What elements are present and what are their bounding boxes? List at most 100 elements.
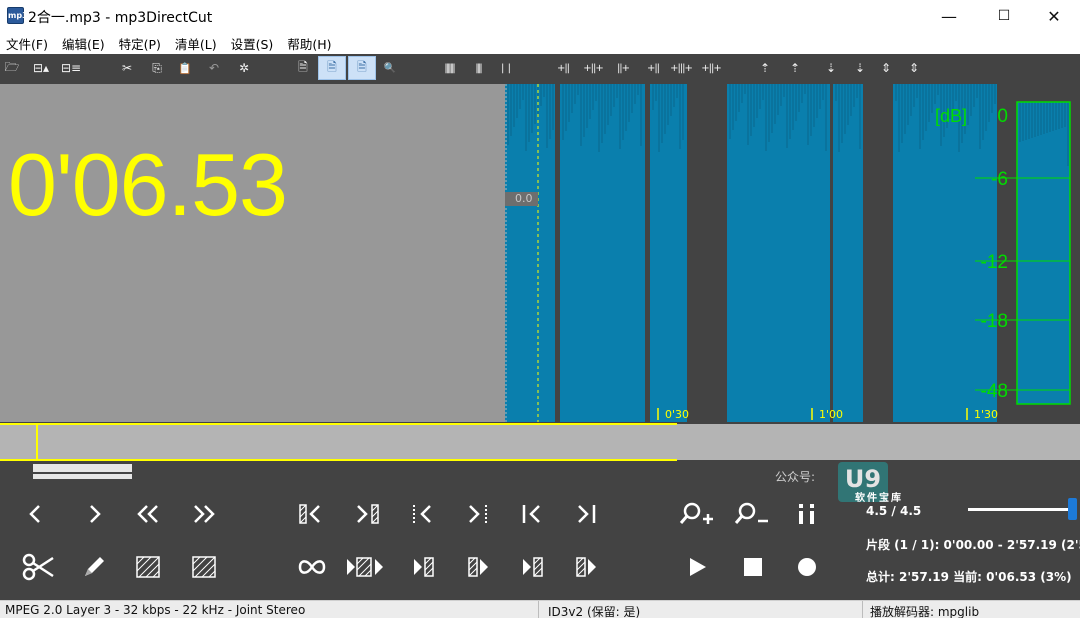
menu-bar: 文件(F) 编辑(E) 特定(P) 清单(L) 设置(S) 帮助(H): [0, 32, 1080, 54]
title-bar: mp3 2合一.mp3 - mp3DirectCut — ☐ ✕: [0, 0, 1080, 32]
waveform-panel[interactable]: 0'30 1'00 1'30 [dB] 0 -6 -12 -18 -48 0.0: [505, 84, 1080, 422]
rewind-button[interactable]: [128, 496, 168, 532]
split-both2-icon[interactable]: +||+: [699, 56, 723, 80]
menu-settings[interactable]: 设置(S): [231, 34, 274, 53]
hatched-region2-icon: [192, 556, 216, 578]
waveform[interactable]: 0'30 1'00 1'30 [dB] 0 -6 -12 -18 -48: [505, 84, 1080, 422]
play-icon: [690, 558, 706, 576]
play-to-region-icon: [414, 557, 434, 577]
fade-in-icon[interactable]: ⇡: [756, 56, 774, 80]
next-frame-button[interactable]: [74, 496, 114, 532]
volume-slider[interactable]: [968, 508, 1072, 511]
fast-forward-button[interactable]: [184, 496, 224, 532]
overview-bar[interactable]: [0, 422, 1080, 462]
maximize-button[interactable]: ☐: [981, 0, 1027, 32]
go-start-button[interactable]: [512, 496, 552, 532]
minimize-button[interactable]: —: [926, 0, 972, 32]
db-scale-label: -18: [981, 311, 1008, 332]
select-region2-button[interactable]: [184, 549, 224, 585]
fade-out2-icon[interactable]: ⇣: [851, 56, 869, 80]
fade-in2-icon[interactable]: ⇡: [786, 56, 804, 80]
document-mode2-icon[interactable]: 🗎: [348, 56, 376, 80]
current-time-display: 0'06.53: [8, 135, 288, 234]
paste-icon[interactable]: 📋: [175, 56, 195, 80]
zoom-out-button[interactable]: [733, 496, 773, 532]
play-to-cut-button[interactable]: [405, 549, 445, 585]
normalize2-icon[interactable]: ⇕: [905, 56, 923, 80]
marker-multi-icon[interactable]: |||||||: [436, 56, 462, 80]
menu-list[interactable]: 清单(L): [175, 34, 217, 53]
marker-pair-icon[interactable]: | |: [497, 56, 515, 80]
play-selection-button[interactable]: [344, 549, 392, 585]
stop-button[interactable]: [733, 549, 773, 585]
playback-cursor[interactable]: [36, 424, 38, 460]
prev-cue-button[interactable]: [403, 496, 443, 532]
info-icon: [799, 504, 814, 524]
normalize-icon[interactable]: ⇕: [877, 56, 895, 80]
save-split-icon[interactable]: ⊟▴: [28, 56, 54, 80]
skip-end-icon: [578, 505, 596, 523]
settings-icon[interactable]: ✲: [234, 56, 254, 80]
zoom-doc-icon[interactable]: 🔍: [380, 56, 400, 80]
db-scale-label: -48: [981, 381, 1008, 402]
cut-icon[interactable]: ✂: [117, 56, 137, 80]
save-list-icon[interactable]: ⊟≡: [58, 56, 84, 80]
loop-button[interactable]: [292, 549, 332, 585]
overview-track[interactable]: [0, 424, 1080, 460]
menu-special[interactable]: 特定(P): [119, 34, 161, 53]
next-cue-button[interactable]: [457, 496, 497, 532]
time-tick-label: 1'30: [974, 408, 998, 421]
record-button[interactable]: [787, 549, 827, 585]
copy-icon[interactable]: ⎘: [147, 56, 167, 80]
go-end-button[interactable]: [566, 496, 606, 532]
play-after-icon: [576, 557, 596, 577]
play-region-button[interactable]: [460, 549, 500, 585]
info-button[interactable]: [787, 496, 827, 532]
play-button[interactable]: [677, 549, 717, 585]
undo-icon[interactable]: ↶: [204, 56, 224, 80]
split-multi-icon[interactable]: +|||+: [668, 56, 694, 80]
split-right-icon[interactable]: ||+: [613, 56, 633, 80]
status-divider: [862, 601, 863, 618]
select-end-forward-button[interactable]: [348, 496, 388, 532]
play-region-icon: [347, 557, 383, 577]
volume-slider-thumb[interactable]: [1068, 498, 1077, 520]
total-info: 总计: 2'57.19 当前: 0'06.53 (3%): [866, 570, 1072, 584]
open-icon[interactable]: 🗁: [2, 56, 22, 80]
selection-line-bottom: [0, 459, 677, 461]
scroll-handle[interactable]: [33, 464, 132, 481]
menu-file[interactable]: 文件(F): [6, 34, 48, 53]
zoom-in-button[interactable]: [678, 496, 718, 532]
db-scale-label: 0: [997, 106, 1008, 127]
play-until-region-button[interactable]: [514, 549, 554, 585]
watermark-subtitle: 软件宝库: [855, 493, 903, 504]
split-left2-icon[interactable]: +||: [643, 56, 663, 80]
split-both-icon[interactable]: +||+: [582, 56, 604, 80]
edit-button[interactable]: [74, 549, 114, 585]
select-region-button[interactable]: [128, 549, 168, 585]
close-button[interactable]: ✕: [1031, 0, 1077, 32]
status-divider: [538, 601, 539, 618]
menu-edit[interactable]: 编辑(E): [62, 34, 105, 53]
position-marker: 0.0: [505, 192, 538, 206]
prev-frame-button[interactable]: [16, 496, 56, 532]
zoom-in-icon: [679, 502, 713, 524]
fade-out-icon[interactable]: ⇣: [822, 56, 840, 80]
waveform-block: [833, 84, 863, 422]
play-after-region-button[interactable]: [568, 549, 608, 585]
document-icon[interactable]: 🗎: [293, 56, 313, 80]
menu-help[interactable]: 帮助(H): [287, 34, 331, 53]
double-chevron-right-icon: [194, 505, 215, 523]
segment-info: 片段 (1 / 1): 0'00.00 - 2'57.19 (2'57.1: [866, 538, 1080, 552]
stop-icon: [744, 558, 762, 576]
chevron-left-icon: [29, 505, 40, 523]
hatched-region-icon: [136, 556, 160, 578]
marker-double-icon[interactable]: ||||: [469, 56, 487, 80]
db-scale-label: -6: [991, 169, 1008, 190]
zoom-out-icon: [734, 502, 768, 524]
status-tag: ID3v2 (保留: 是): [548, 605, 641, 618]
document-mode-icon[interactable]: 🗎: [318, 56, 346, 80]
cut-button[interactable]: [18, 549, 58, 585]
split-left-icon[interactable]: +||: [553, 56, 573, 80]
select-start-back-button[interactable]: [292, 496, 332, 532]
